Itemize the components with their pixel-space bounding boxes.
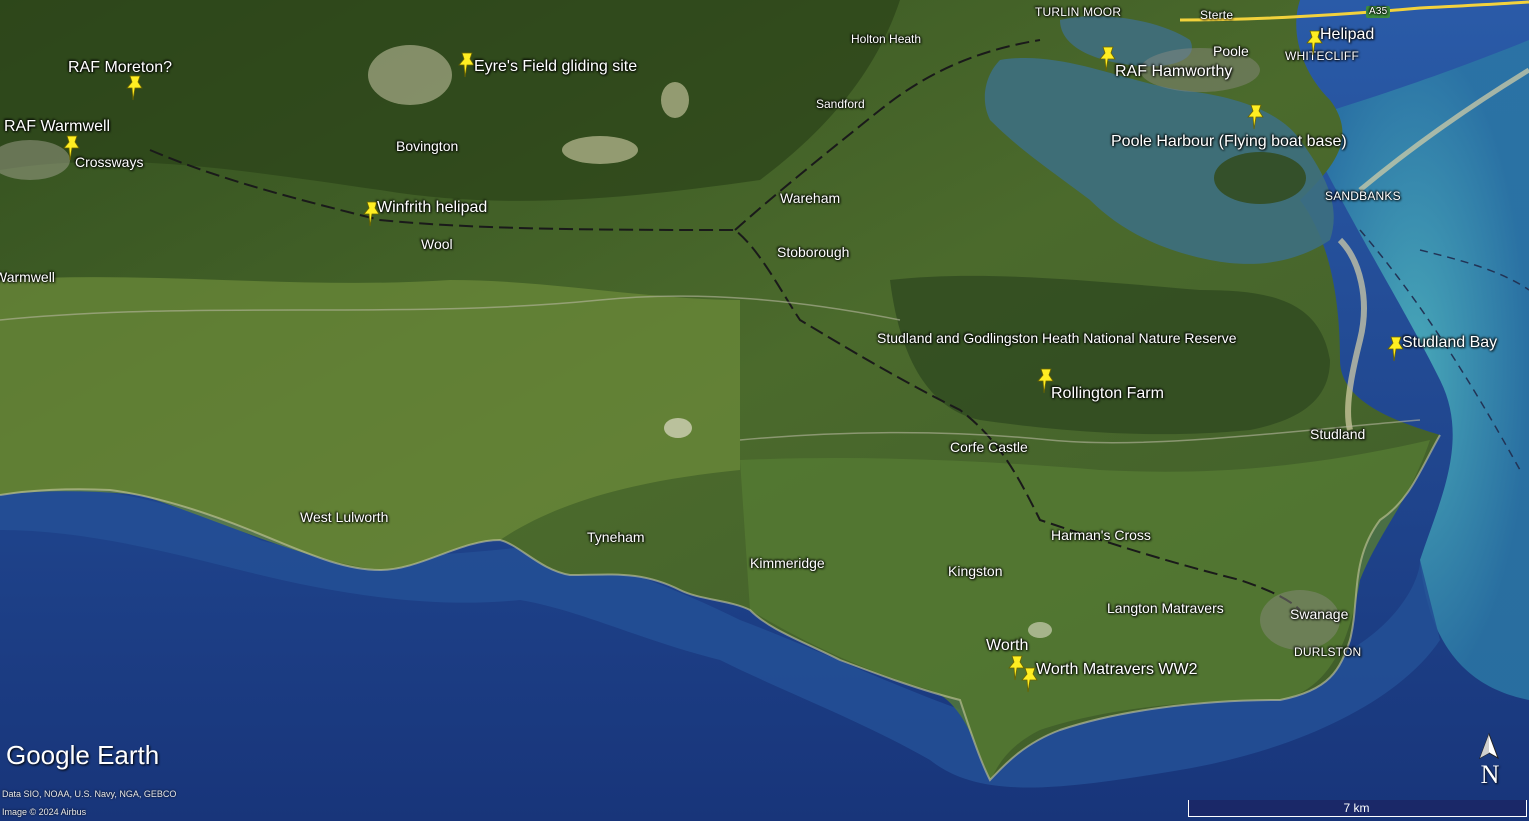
pin-label[interactable]: Worth <box>986 638 1028 654</box>
map-view[interactable]: Crossways Bovington Wool Warmwell Holton… <box>0 0 1529 821</box>
place-label: Studland and Godlingston Heath National … <box>877 330 1237 346</box>
place-label: Bovington <box>396 138 459 154</box>
pin-label[interactable]: Winfrith helipad <box>377 200 487 216</box>
place-label: Kimmeridge <box>750 555 825 571</box>
place-label: Warmwell <box>0 269 55 285</box>
place-label: Stoborough <box>777 244 850 260</box>
place-label: Corfe Castle <box>950 439 1028 455</box>
pin-label[interactable]: Rollington Farm <box>1051 386 1164 402</box>
google-earth-logo: Google Earth <box>6 740 160 770</box>
place-label: West Lulworth <box>300 509 389 525</box>
quarry <box>664 418 692 438</box>
compass-north-label[interactable]: N <box>1478 762 1502 788</box>
quarry <box>661 82 689 118</box>
pushpin-icon[interactable] <box>1245 104 1267 130</box>
place-label: TURLIN MOOR <box>1035 5 1122 19</box>
place-label: Tyneham <box>587 529 645 545</box>
pin-label[interactable]: Eyre's Field gliding site <box>474 59 637 75</box>
place-label: Swanage <box>1290 606 1349 622</box>
place-label: Crossways <box>75 154 144 170</box>
place-label: Langton Matravers <box>1107 600 1224 616</box>
pin-label[interactable]: RAF Moreton? <box>68 60 172 76</box>
pin-label[interactable]: Helipad <box>1320 27 1374 43</box>
place-label: Sandford <box>816 97 865 111</box>
road-shield-a35: A35 <box>1366 6 1391 18</box>
satellite-imagery[interactable] <box>0 0 1529 821</box>
quarry <box>368 45 452 105</box>
pin-label[interactable]: Worth Matravers WW2 <box>1036 662 1198 678</box>
attribution-data: Data SIO, NOAA, U.S. Navy, NGA, GEBCO <box>2 789 177 799</box>
brownsea-island <box>1214 152 1306 204</box>
pushpin-icon[interactable] <box>124 75 146 101</box>
pin-label[interactable]: RAF Hamworthy <box>1115 64 1232 80</box>
attribution-image: Image © 2024 Airbus <box>2 807 87 817</box>
place-label: Kingston <box>948 563 1003 579</box>
place-label: Holton Heath <box>851 32 922 46</box>
quarry <box>1028 622 1052 638</box>
heathland-studland <box>890 275 1330 435</box>
pin-label[interactable]: Poole Harbour (Flying boat base) <box>1111 134 1347 150</box>
place-label: Sterte <box>1200 8 1234 22</box>
place-label: Wool <box>421 236 453 252</box>
place-label: Harman's Cross <box>1051 527 1151 543</box>
place-label: SANDBANKS <box>1325 189 1401 203</box>
place-label: DURLSTON <box>1294 645 1362 659</box>
scale-label: 7 km <box>1343 801 1370 815</box>
place-label: Wareham <box>780 190 841 206</box>
place-label: Poole <box>1213 43 1249 59</box>
place-label: Studland <box>1310 426 1366 442</box>
pushpin-icon[interactable] <box>61 135 83 161</box>
pin-label[interactable]: Studland Bay <box>1402 335 1497 351</box>
pin-label[interactable]: RAF Warmwell <box>4 119 110 135</box>
quarry <box>562 136 638 164</box>
